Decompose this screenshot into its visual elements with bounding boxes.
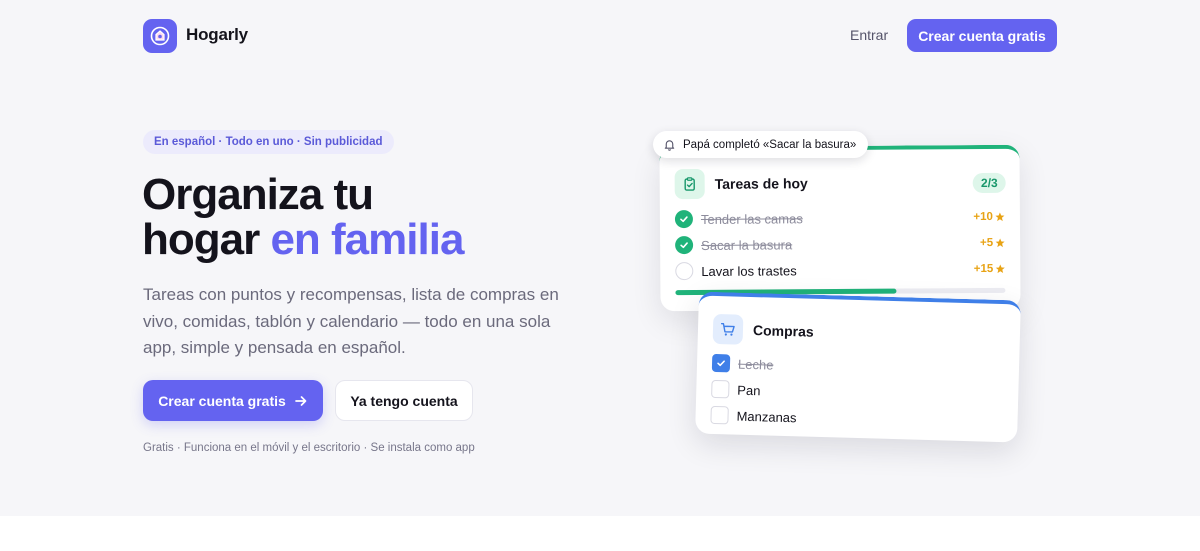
shopping-card-title: Compras	[752, 322, 814, 340]
hero-title: Organiza tu hogar en familia	[142, 172, 622, 262]
site-header: Hogarly Entrar Crear cuenta gratis	[0, 0, 1200, 72]
task-label: Sacar la basura	[701, 236, 793, 253]
star-icon	[995, 238, 1005, 248]
shopping-item-label: Leche	[737, 356, 774, 373]
shopping-item[interactable]: Leche	[711, 353, 774, 375]
task-label: Tender las camas	[700, 210, 803, 227]
shopping-cart-icon	[712, 313, 744, 345]
checkbox-checked-icon[interactable]	[711, 353, 731, 373]
task-points-value: +15	[973, 262, 994, 276]
brand-name[interactable]: Hogarly	[186, 25, 248, 45]
shopping-card: Compras Leche Pan Manzanas	[695, 291, 1021, 443]
hero-description: Tareas con puntos y recompensas, lista d…	[143, 285, 559, 357]
tasks-card: Tareas de hoy 2/3 Tender las camas +10 S…	[659, 144, 1021, 312]
hero-note: Gratis · Funciona en el móvil y el escri…	[143, 442, 475, 454]
login-button[interactable]: Ya tengo cuenta	[335, 380, 473, 421]
hero-title-line1: Organiza tu	[142, 170, 374, 219]
hero-title-accent: en familia	[270, 215, 464, 264]
shopping-item[interactable]: Pan	[711, 379, 761, 400]
check-circle-icon[interactable]	[674, 210, 693, 229]
hogarly-logo-icon[interactable]	[143, 19, 177, 53]
activity-notification: Papá completó «Sacar la basura»	[653, 131, 869, 158]
task-label: Lavar los trastes	[701, 262, 797, 279]
notification-text: Papá completó «Sacar la basura»	[683, 138, 857, 151]
task-item[interactable]: Sacar la basura +5	[675, 233, 1005, 255]
task-points: +15	[974, 263, 1006, 275]
star-icon	[995, 212, 1005, 222]
star-icon	[995, 264, 1005, 274]
shopping-item-label: Pan	[737, 382, 761, 398]
primary-signup-button[interactable]: Crear cuenta gratis	[143, 380, 323, 421]
shopping-item[interactable]: Manzanas	[710, 405, 797, 427]
shopping-item-label: Manzanas	[736, 408, 797, 425]
primary-signup-label: Crear cuenta gratis	[158, 392, 286, 409]
checkbox-empty-icon[interactable]	[711, 379, 730, 399]
task-points: +10	[973, 211, 1005, 223]
login-link[interactable]: Entrar	[850, 27, 888, 43]
empty-circle-icon[interactable]	[675, 262, 694, 281]
task-item[interactable]: Tender las camas +10	[674, 207, 1005, 229]
task-points-value: +10	[973, 210, 993, 224]
tasks-card-header: Tareas de hoy	[674, 168, 808, 200]
arrow-right-icon	[294, 395, 307, 406]
header-signup-button[interactable]: Crear cuenta gratis	[907, 19, 1057, 52]
task-points: +5	[980, 237, 1005, 249]
shopping-card-header: Compras	[712, 313, 814, 347]
bell-icon	[664, 140, 675, 151]
checkbox-empty-icon[interactable]	[710, 405, 729, 425]
check-circle-icon[interactable]	[675, 236, 694, 255]
feature-pill: En español · Todo en uno · Sin publicida…	[143, 130, 394, 154]
clipboard-check-icon	[674, 168, 705, 200]
tasks-card-title: Tareas de hoy	[714, 175, 808, 192]
tasks-count-badge: 2/3	[972, 172, 1006, 194]
task-item[interactable]: Lavar los trastes +15	[675, 259, 1005, 281]
hero-title-line2-plain: hogar	[142, 215, 271, 264]
task-points-value: +5	[979, 236, 994, 250]
